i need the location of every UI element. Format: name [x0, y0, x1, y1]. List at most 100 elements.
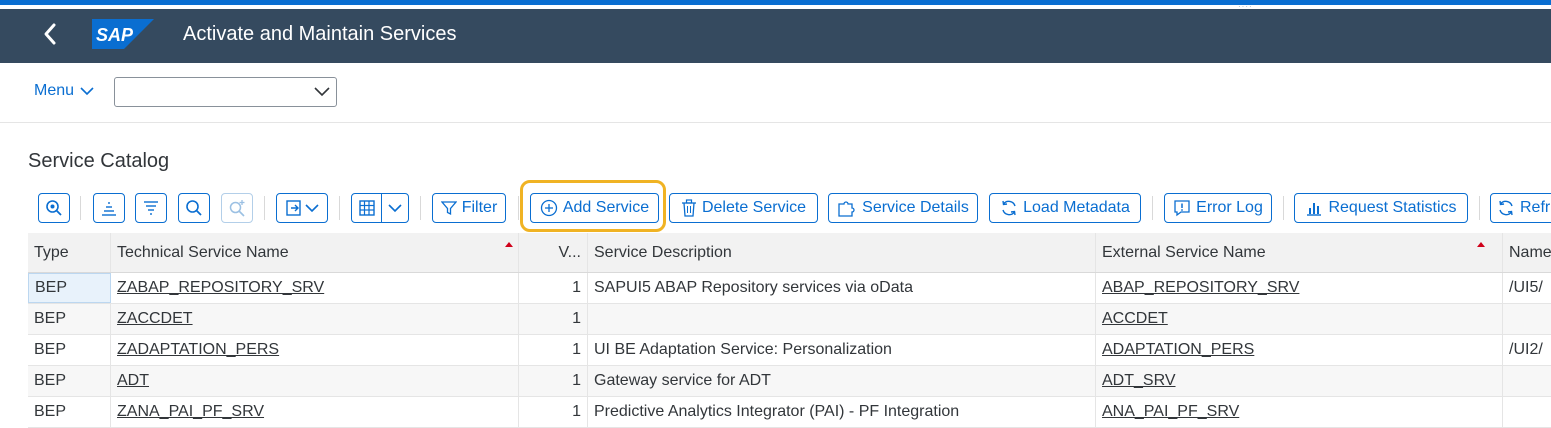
toolbar-separator [1152, 196, 1153, 220]
delete-service-button[interactable]: Delete Service [669, 193, 818, 223]
cell-namespace[interactable]: /UI5/ [1503, 273, 1551, 303]
cell-version[interactable]: 1 [519, 273, 588, 303]
alert-log-icon [1174, 200, 1190, 217]
cell-version[interactable]: 1 [519, 335, 588, 365]
cell-type[interactable]: BEP [28, 273, 111, 303]
cell-description[interactable]: Gateway service for ADT [588, 366, 1096, 396]
table-grid-icon [358, 200, 375, 216]
toolbar-separator [420, 196, 421, 220]
cell-description[interactable]: Predictive Analytics Integrator (PAI) - … [588, 397, 1096, 427]
refresh-button[interactable]: Refr [1490, 193, 1551, 223]
external-name-link[interactable]: ABAP_REPOSITORY_SRV [1102, 279, 1299, 297]
cell-version[interactable]: 1 [519, 366, 588, 396]
cell-version[interactable]: 1 [519, 304, 588, 334]
sort-indicator-icon [1477, 242, 1485, 247]
external-name-link[interactable]: ADAPTATION_PERS [1102, 341, 1254, 359]
add-service-button[interactable]: Add Service [530, 193, 659, 223]
filter-button[interactable]: Filter [432, 193, 506, 223]
sort-indicator-icon [505, 242, 513, 247]
section-title: Service Catalog [28, 150, 170, 172]
error-log-button[interactable]: Error Log [1164, 193, 1272, 223]
column-header-version[interactable]: V... [519, 233, 588, 272]
cell-technical-name[interactable]: ZADAPTATION_PERS [111, 335, 519, 365]
technical-name-link[interactable]: ZANA_PAI_PF_SRV [117, 403, 264, 421]
filter-label: Filter [461, 199, 498, 216]
cell-technical-name[interactable]: ZACCDET [111, 304, 519, 334]
column-header-external-name-label: External Service Name [1102, 243, 1266, 261]
technical-name-link[interactable]: ZABAP_REPOSITORY_SRV [117, 279, 324, 297]
request-statistics-button[interactable]: Request Statistics [1294, 193, 1468, 223]
filter-icon [440, 201, 457, 216]
cell-namespace[interactable] [1503, 397, 1551, 427]
technical-name-link[interactable]: ZADAPTATION_PERS [117, 341, 279, 359]
cell-description[interactable]: UI BE Adaptation Service: Personalizatio… [588, 335, 1096, 365]
zoom-icon [46, 200, 62, 216]
column-header-description[interactable]: Service Description [588, 233, 1096, 272]
technical-name-link[interactable]: ADT [117, 372, 149, 390]
cell-technical-name[interactable]: ADT [111, 366, 519, 396]
sort-descending-button[interactable] [135, 193, 167, 223]
app-title: Activate and Maintain Services [183, 23, 457, 45]
sap-logo: SAP [92, 19, 154, 49]
column-header-external-name[interactable]: External Service Name [1096, 233, 1503, 272]
find-button[interactable] [178, 193, 210, 223]
cell-type[interactable]: BEP [28, 366, 111, 396]
cell-external-name[interactable]: ANA_PAI_PF_SRV [1096, 397, 1503, 427]
layout-button[interactable] [351, 193, 382, 223]
cell-technical-name[interactable]: ZANA_PAI_PF_SRV [111, 397, 519, 427]
cell-external-name[interactable]: ADAPTATION_PERS [1096, 335, 1503, 365]
toolbar-separator [1479, 196, 1480, 220]
svg-text:SAP: SAP [96, 25, 134, 45]
cell-external-name[interactable]: ADT_SRV [1096, 366, 1503, 396]
external-name-link[interactable]: ANA_PAI_PF_SRV [1102, 403, 1239, 421]
cell-type[interactable]: BEP [28, 335, 111, 365]
external-name-link[interactable]: ADT_SRV [1102, 372, 1176, 390]
table-row[interactable]: BEP ZANA_PAI_PF_SRV 1 Predictive Analyti… [28, 397, 1551, 428]
command-input[interactable] [121, 79, 310, 107]
add-circle-icon [540, 199, 558, 217]
export-button[interactable] [276, 193, 328, 223]
menu-button[interactable]: Menu [34, 82, 94, 100]
chevron-down-icon[interactable] [314, 86, 330, 98]
chevron-down-icon [388, 204, 402, 213]
cell-external-name[interactable]: ACCDET [1096, 304, 1503, 334]
table-header-row: Type Technical Service Name V... Service… [28, 233, 1551, 273]
toolbar-separator [518, 196, 519, 220]
shell-bar: SAP Activate and Maintain Services [0, 9, 1551, 63]
cell-type[interactable]: BEP [28, 304, 111, 334]
cell-version[interactable]: 1 [519, 397, 588, 427]
find-next-button[interactable] [221, 193, 253, 223]
cell-type[interactable]: BEP [28, 397, 111, 427]
external-name-link[interactable]: ACCDET [1102, 310, 1168, 328]
column-header-type[interactable]: Type [28, 233, 111, 272]
command-field[interactable] [114, 77, 337, 107]
column-header-technical-name[interactable]: Technical Service Name [111, 233, 519, 272]
cell-namespace[interactable] [1503, 366, 1551, 396]
cell-technical-name[interactable]: ZABAP_REPOSITORY_SRV [111, 273, 519, 303]
zoom-button[interactable] [38, 193, 70, 223]
layout-dropdown-button[interactable] [381, 193, 409, 223]
back-button[interactable] [36, 19, 66, 49]
technical-name-link[interactable]: ZACCDET [117, 310, 193, 328]
cell-external-name[interactable]: ABAP_REPOSITORY_SRV [1096, 273, 1503, 303]
menu-bar: Menu [0, 63, 1551, 123]
cell-description[interactable]: SAPUI5 ABAP Repository services via oDat… [588, 273, 1096, 303]
column-header-namespace[interactable]: Name [1503, 233, 1551, 272]
table-row[interactable]: BEP ADT 1 Gateway service for ADT ADT_SR… [28, 366, 1551, 397]
load-metadata-button[interactable]: Load Metadata [989, 193, 1141, 223]
toolbar-separator [264, 196, 265, 220]
search-add-icon [229, 200, 245, 217]
bar-chart-icon [1307, 203, 1322, 216]
load-metadata-label: Load Metadata [1023, 199, 1130, 216]
sort-ascending-button[interactable] [93, 193, 125, 223]
table-row[interactable]: BEP ZABAP_REPOSITORY_SRV 1 SAPUI5 ABAP R… [28, 273, 1551, 304]
add-service-label: Add Service [562, 199, 650, 216]
column-header-technical-name-label: Technical Service Name [117, 243, 289, 261]
cell-namespace[interactable]: /UI2/ [1503, 335, 1551, 365]
cell-namespace[interactable] [1503, 304, 1551, 334]
service-details-button[interactable]: Service Details [828, 193, 978, 223]
table-row[interactable]: BEP ZADAPTATION_PERS 1 UI BE Adaptation … [28, 335, 1551, 366]
table-row[interactable]: BEP ZACCDET 1 ACCDET [28, 304, 1551, 335]
cell-description[interactable] [588, 304, 1096, 334]
top-stripe [0, 0, 1551, 5]
